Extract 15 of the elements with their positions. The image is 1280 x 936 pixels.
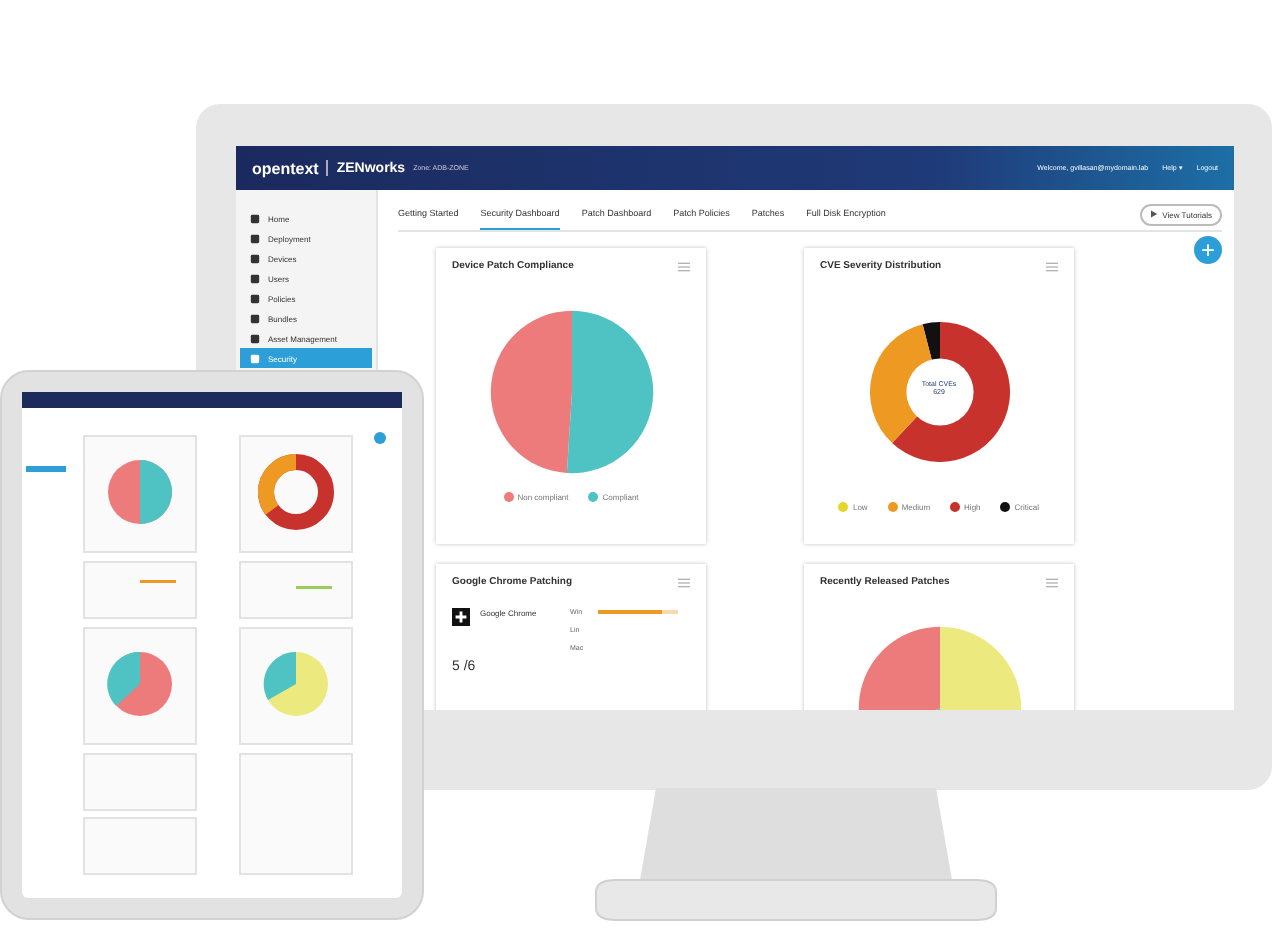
square-icon	[250, 233, 260, 243]
menu-icon[interactable]	[678, 577, 690, 587]
menu-icon[interactable]	[1046, 577, 1058, 587]
menu-icon[interactable]	[1046, 261, 1058, 271]
square-icon	[250, 253, 260, 263]
square-icon	[250, 333, 260, 343]
square-icon	[250, 313, 260, 323]
square-icon	[250, 273, 260, 283]
plus-square-icon	[452, 608, 470, 626]
menu-icon[interactable]	[678, 261, 690, 271]
square-icon	[250, 213, 260, 223]
brand-logo: opentext	[252, 159, 319, 177]
play-icon	[1150, 210, 1159, 218]
square-icon	[250, 353, 260, 363]
square-icon	[250, 293, 260, 303]
